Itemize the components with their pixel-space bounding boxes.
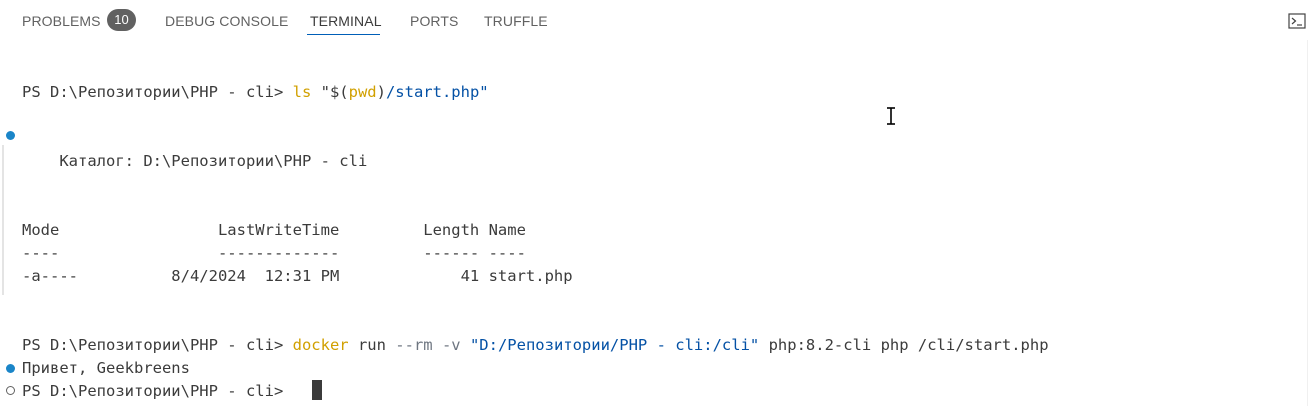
current-prompt: PS D:\Репозитории\PHP - cli>	[22, 382, 293, 400]
listing-header: Mode LastWriteTime Length Name	[22, 221, 526, 239]
argument-variable: pwd	[348, 83, 377, 101]
terminal-cursor	[312, 380, 322, 400]
listing-row: -a---- 8/4/2024 12:31 PM 41 start.php	[22, 267, 573, 285]
tab-debug-console[interactable]: DEBUG CONSOLE	[165, 12, 288, 30]
tab-ports[interactable]: PORTS	[410, 12, 458, 30]
problems-count-badge: 10	[107, 9, 136, 31]
terminal-panel: PROBLEMS 10 DEBUG CONSOLE TERMINAL PORTS…	[0, 0, 1308, 406]
command-flags: --rm -v	[395, 336, 470, 354]
text-cursor-icon	[887, 107, 895, 125]
command-name: ls	[292, 83, 312, 101]
active-tab-indicator	[307, 34, 380, 35]
argument-tail: /start.php"	[385, 83, 489, 101]
command-block-bar	[2, 145, 4, 295]
tab-terminal[interactable]: TERMINAL	[310, 12, 382, 30]
terminal-shell-icon[interactable]	[1288, 12, 1306, 30]
command-line-docker: PS D:\Репозитории\PHP - cli> docker run …	[22, 335, 1049, 355]
volume-string: "D:/Репозитории/PHP - cli:/cli"	[469, 336, 760, 354]
tab-problems[interactable]: PROBLEMS	[22, 12, 101, 30]
command-rest: php:8.2-cli php /cli/start.php	[759, 336, 1049, 354]
command-name: docker	[292, 336, 349, 354]
program-output: Привет, Geekbreens	[22, 359, 190, 377]
subcommand: run	[348, 336, 396, 354]
tab-truffle[interactable]: TRUFFLE	[484, 12, 548, 30]
catalog-line: Каталог: D:\Репозитории\PHP - cli	[22, 152, 368, 170]
argument-close: )	[376, 83, 386, 101]
panel-tab-bar: PROBLEMS 10 DEBUG CONSOLE TERMINAL PORTS…	[0, 0, 1308, 40]
prompt: PS D:\Репозитории\PHP - cli>	[22, 83, 293, 101]
prompt: PS D:\Репозитории\PHP - cli>	[22, 336, 293, 354]
argument-open: "$(	[311, 83, 349, 101]
command-success-decoration[interactable]	[6, 131, 15, 140]
command-pending-decoration[interactable]	[6, 386, 15, 395]
listing-separator: ---- ------------- ------ ----	[22, 244, 526, 262]
command-success-decoration[interactable]	[6, 364, 15, 373]
command-line-ls: PS D:\Репозитории\PHP - cli> ls "$(pwd)/…	[22, 82, 489, 102]
